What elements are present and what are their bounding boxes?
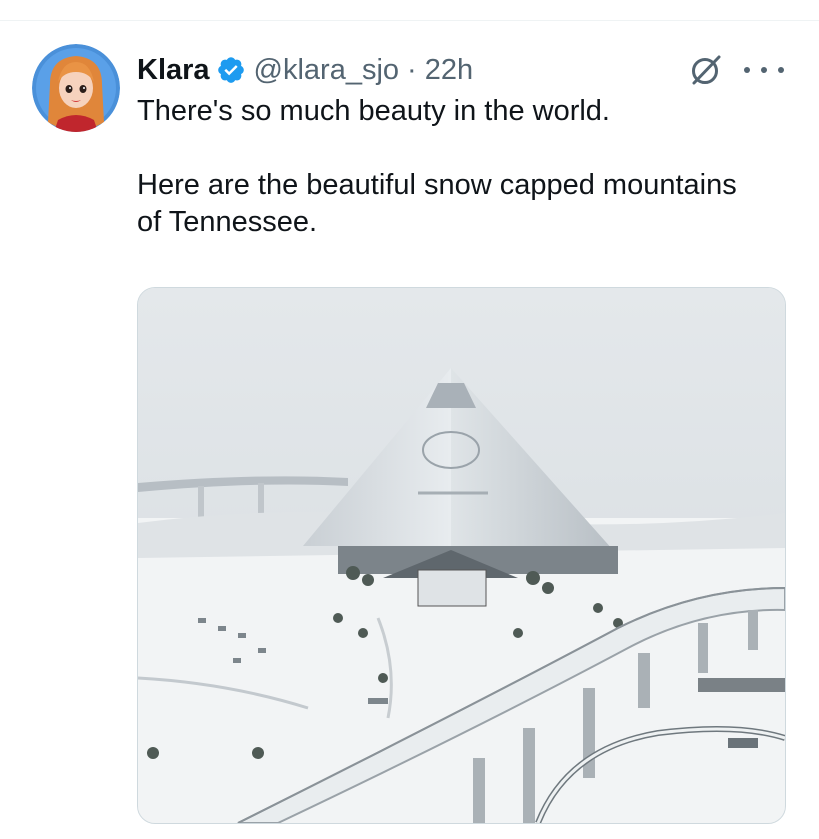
more-dot bbox=[761, 67, 767, 73]
author-handle[interactable]: @klara_sjo bbox=[254, 54, 400, 87]
grok-icon[interactable] bbox=[688, 52, 724, 88]
more-dot bbox=[778, 67, 784, 73]
tweet-text-line: Here are the beautiful snow capped mount… bbox=[137, 169, 737, 238]
tweet-text-line: There's so much beauty in the world. bbox=[137, 95, 610, 127]
author-display-name[interactable]: Klara bbox=[137, 54, 210, 87]
verified-badge-icon bbox=[216, 55, 246, 85]
tweet-media-image[interactable] bbox=[137, 287, 786, 824]
top-divider bbox=[0, 0, 819, 21]
more-dot bbox=[744, 67, 750, 73]
cartoon-woman-avatar-icon bbox=[32, 44, 120, 132]
tweet-text: There's so much beauty in the world. Her… bbox=[137, 93, 737, 241]
more-options-icon[interactable] bbox=[744, 56, 784, 84]
tweet-header: Klara @klara_sjo · 22h bbox=[137, 50, 473, 90]
author-avatar[interactable] bbox=[32, 44, 120, 132]
separator-dot: · bbox=[407, 53, 417, 86]
snowy-pyramid-photo bbox=[138, 288, 785, 823]
tweet-timestamp[interactable]: 22h bbox=[425, 54, 473, 87]
